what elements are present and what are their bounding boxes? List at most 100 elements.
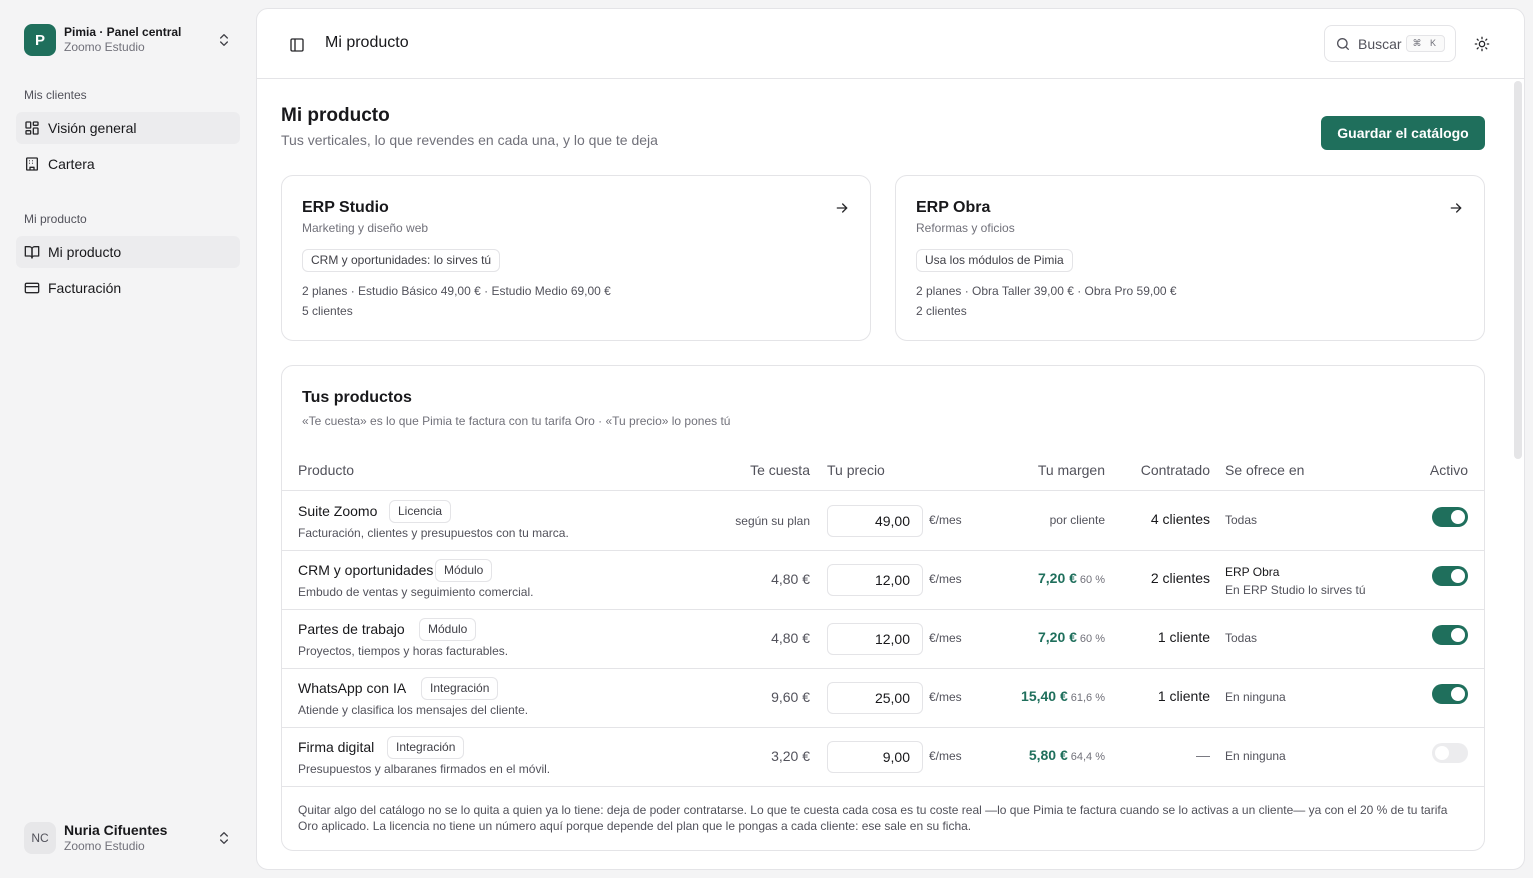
user-subtitle: Zoomo Estudio xyxy=(64,839,145,853)
column-header-product: Producto xyxy=(298,462,355,478)
price-input[interactable] xyxy=(827,741,923,773)
product-name: CRM y oportunidades xyxy=(298,562,434,578)
offered-value: ERP Obra xyxy=(1225,565,1280,579)
product-tag: Integración xyxy=(387,736,465,759)
column-header-margin: Tu margen xyxy=(1037,462,1105,478)
sidebar-item-facturacion[interactable]: Facturación xyxy=(16,272,240,304)
product-margin: 7,20 €60 % xyxy=(1038,570,1105,586)
active-toggle[interactable] xyxy=(1432,625,1468,645)
arrow-right-icon xyxy=(834,200,850,216)
price-unit: €/mes xyxy=(929,572,962,586)
product-cost: 4,80 € xyxy=(771,630,810,646)
scrollbar[interactable] xyxy=(1514,81,1522,459)
margin-amount: 5,80 € xyxy=(1028,747,1068,763)
vertical-card-erp-studio[interactable]: ERP Studio Marketing y diseño web CRM y … xyxy=(281,175,871,341)
vertical-badge: Usa los módulos de Pimia xyxy=(916,249,1073,272)
toggle-knob xyxy=(1451,687,1465,701)
product-margin-note: por cliente xyxy=(1049,513,1105,527)
price-input[interactable] xyxy=(827,505,923,537)
table-row: WhatsApp con IA Integración Atiende y cl… xyxy=(282,668,1484,727)
topbar: Mi producto Buscar ⌘ K xyxy=(257,9,1524,79)
sidebar-item-label: Visión general xyxy=(48,120,137,136)
chevrons-up-down-icon xyxy=(216,32,232,48)
product-contracted: 1 cliente xyxy=(1157,629,1210,645)
price-unit: €/mes xyxy=(929,690,962,704)
vertical-subtitle: Marketing y diseño web xyxy=(302,221,429,235)
price-input[interactable] xyxy=(827,682,923,714)
vertical-clients: 2 clientes xyxy=(916,304,967,318)
table-row: Partes de trabajo Módulo Proyectos, tiem… xyxy=(282,609,1484,668)
vertical-title: ERP Obra xyxy=(916,199,991,216)
active-toggle[interactable] xyxy=(1432,507,1468,527)
product-cost: 4,80 € xyxy=(771,571,810,587)
workspace-switcher[interactable]: P Pimia · Panel central Zoomo Estudio xyxy=(16,16,240,64)
vertical-subtitle: Reformas y oficios xyxy=(916,221,1015,235)
search-button[interactable]: Buscar ⌘ K xyxy=(1324,25,1456,62)
workspace-text: Pimia · Panel central Zoomo Estudio xyxy=(64,25,216,55)
product-name: WhatsApp con IA xyxy=(298,680,407,696)
vertical-card-erp-obra[interactable]: ERP Obra Reformas y oficios Usa los módu… xyxy=(895,175,1485,341)
price-input[interactable] xyxy=(827,623,923,655)
product-offered: Todas xyxy=(1225,513,1258,527)
sidebar-item-mi-producto[interactable]: Mi producto xyxy=(16,236,240,268)
price-unit: €/mes xyxy=(929,631,962,645)
product-margin: 5,80 €64,4 % xyxy=(1029,747,1105,763)
topbar-title: Mi producto xyxy=(325,34,409,51)
product-name: Firma digital xyxy=(298,739,375,755)
product-description: Embudo de ventas y seguimiento comercial… xyxy=(298,585,534,599)
layout-grid-icon xyxy=(24,120,40,136)
margin-percent: 61,6 % xyxy=(1070,692,1105,704)
page-title: Mi producto xyxy=(281,105,390,126)
nav-group-label-clients: Mis clientes xyxy=(24,88,87,102)
offered-note: En ERP Studio lo sirves tú xyxy=(1225,583,1366,597)
product-description: Facturación, clientes y presupuestos con… xyxy=(298,526,569,540)
vertical-plans: 2 planes · Estudio Básico 49,00 € · Estu… xyxy=(302,284,611,298)
vertical-clients: 5 clientes xyxy=(302,304,353,318)
sidebar: P Pimia · Panel central Zoomo Estudio Mi… xyxy=(0,0,256,878)
column-header-cost: Te cuesta xyxy=(750,462,810,478)
table-row: Firma digital Integración Presupuestos y… xyxy=(282,727,1484,786)
product-tag: Módulo xyxy=(419,618,477,641)
products-footnote: Quitar algo del catálogo no se lo quita … xyxy=(298,803,1448,833)
toggle-knob xyxy=(1435,746,1449,760)
chevrons-up-down-icon xyxy=(216,830,232,846)
save-catalog-button[interactable]: Guardar el catálogo xyxy=(1321,116,1485,150)
product-description: Proyectos, tiempos y horas facturables. xyxy=(298,644,509,658)
active-toggle[interactable] xyxy=(1432,743,1468,763)
toggle-knob xyxy=(1451,569,1465,583)
product-contracted: — xyxy=(1196,747,1210,763)
product-tag: Integración xyxy=(421,677,499,700)
workspace-subtitle: Zoomo Estudio xyxy=(64,40,145,54)
product-margin: 15,40 €61,6 % xyxy=(1021,688,1105,704)
product-offered: En ninguna xyxy=(1225,749,1286,763)
user-menu[interactable]: NC Nuria Cifuentes Zoomo Estudio xyxy=(16,814,240,862)
table-row: Suite Zoomo Licencia Facturación, client… xyxy=(282,491,1484,550)
product-cost: 9,60 € xyxy=(771,689,810,705)
product-contracted: 1 cliente xyxy=(1157,688,1210,704)
product-margin: 7,20 €60 % xyxy=(1038,629,1105,645)
toggle-knob xyxy=(1451,628,1465,642)
product-description: Presupuestos y albaranes firmados en el … xyxy=(298,762,551,776)
column-header-contracted: Contratado xyxy=(1140,462,1210,478)
page-subtitle: Tus verticales, lo que revendes en cada … xyxy=(281,132,658,148)
price-unit: €/mes xyxy=(929,749,962,763)
active-toggle[interactable] xyxy=(1432,684,1468,704)
margin-percent: 60 % xyxy=(1079,633,1105,645)
price-input[interactable] xyxy=(827,564,923,596)
sidebar-item-cartera[interactable]: Cartera xyxy=(16,148,240,180)
nav-group-label-product: Mi producto xyxy=(24,212,87,226)
search-icon xyxy=(1335,36,1351,52)
user-text: Nuria Cifuentes Zoomo Estudio xyxy=(64,822,216,854)
sidebar-item-vision-general[interactable]: Visión general xyxy=(16,112,240,144)
sidebar-item-label: Mi producto xyxy=(48,244,122,260)
product-contracted: 4 clientes xyxy=(1150,511,1210,527)
panel-left-icon[interactable] xyxy=(285,33,309,57)
product-cost: según su plan xyxy=(735,514,810,528)
price-unit: €/mes xyxy=(929,513,962,527)
active-toggle[interactable] xyxy=(1432,566,1468,586)
table-row: CRM y oportunidades Módulo Embudo de ven… xyxy=(282,550,1484,609)
sun-icon[interactable] xyxy=(1471,33,1493,55)
column-header-offered: Se ofrece en xyxy=(1225,462,1305,478)
product-description: Atiende y clasifica los mensajes del cli… xyxy=(298,703,529,717)
vertical-title: ERP Studio xyxy=(302,199,389,216)
